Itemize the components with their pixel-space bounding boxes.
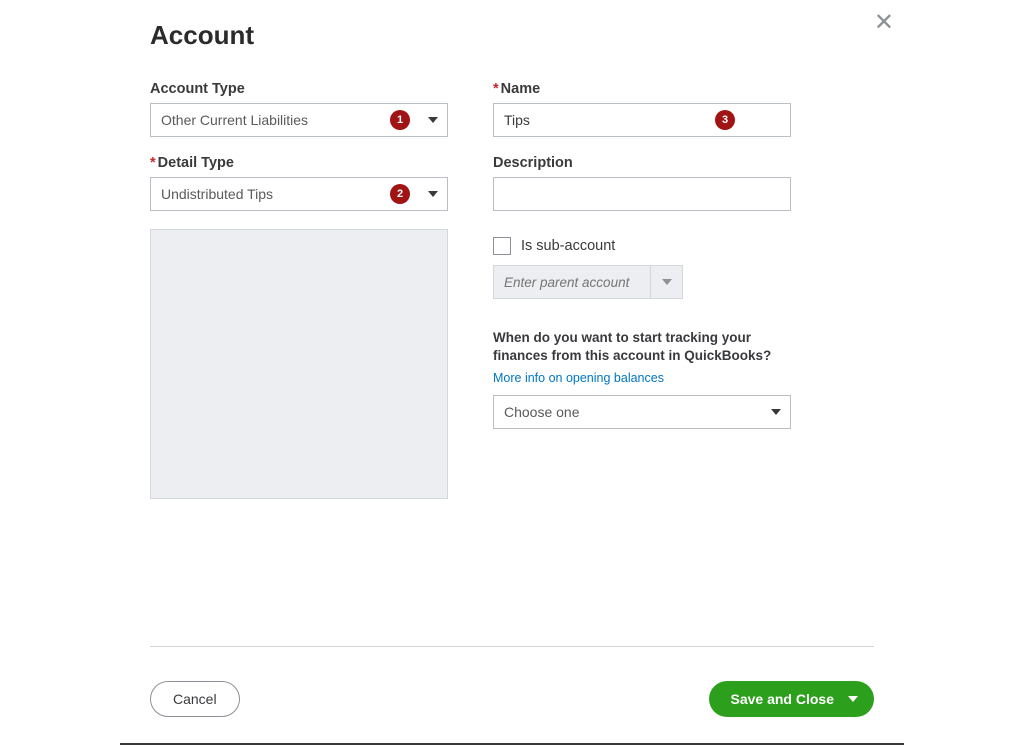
detail-type-label: *Detail Type [150,155,448,171]
sub-account-label: Is sub-account [521,238,615,254]
detail-type-select[interactable]: Undistributed Tips [150,177,448,211]
save-button-label: Save and Close [731,691,835,707]
save-and-close-button[interactable]: Save and Close [709,681,875,717]
left-column: Account Type Other Current Liabilities 1… [150,81,448,499]
detail-type-field: *Detail Type Undistributed Tips 2 [150,155,448,211]
dialog-footer: Cancel Save and Close [150,681,874,717]
description-input[interactable] [493,177,791,211]
name-field: *Name 3 [493,81,791,137]
tracking-select[interactable]: Choose one [493,395,791,429]
caret-down-icon [662,279,672,285]
bottom-border [120,743,904,745]
account-type-field: Account Type Other Current Liabilities 1 [150,81,448,137]
sub-account-row: Is sub-account [493,237,791,255]
name-label: *Name [493,81,791,97]
sub-account-checkbox[interactable] [493,237,511,255]
dialog-title: Account [150,20,874,51]
account-dialog: ✕ Account Account Type Other Current Lia… [0,0,1024,747]
description-label: Description [493,155,791,171]
account-type-label: Account Type [150,81,448,97]
name-input[interactable] [493,103,791,137]
caret-down-icon [848,696,858,702]
description-field: Description [493,155,791,211]
account-type-select[interactable]: Other Current Liabilities [150,103,448,137]
cancel-button[interactable]: Cancel [150,681,240,717]
tracking-select-wrap: Choose one [493,395,791,429]
close-icon[interactable]: ✕ [874,8,894,37]
parent-account-wrap [493,265,791,299]
more-info-link[interactable]: More info on opening balances [493,371,664,385]
footer-divider [150,646,874,647]
right-column: *Name 3 Description Is sub-account [493,81,791,499]
tracking-question: When do you want to start tracking your … [493,329,791,365]
parent-account-dropdown-button [651,265,683,299]
form-columns: Account Type Other Current Liabilities 1… [150,81,874,499]
detail-info-box[interactable] [150,229,448,499]
parent-account-input [493,265,651,299]
